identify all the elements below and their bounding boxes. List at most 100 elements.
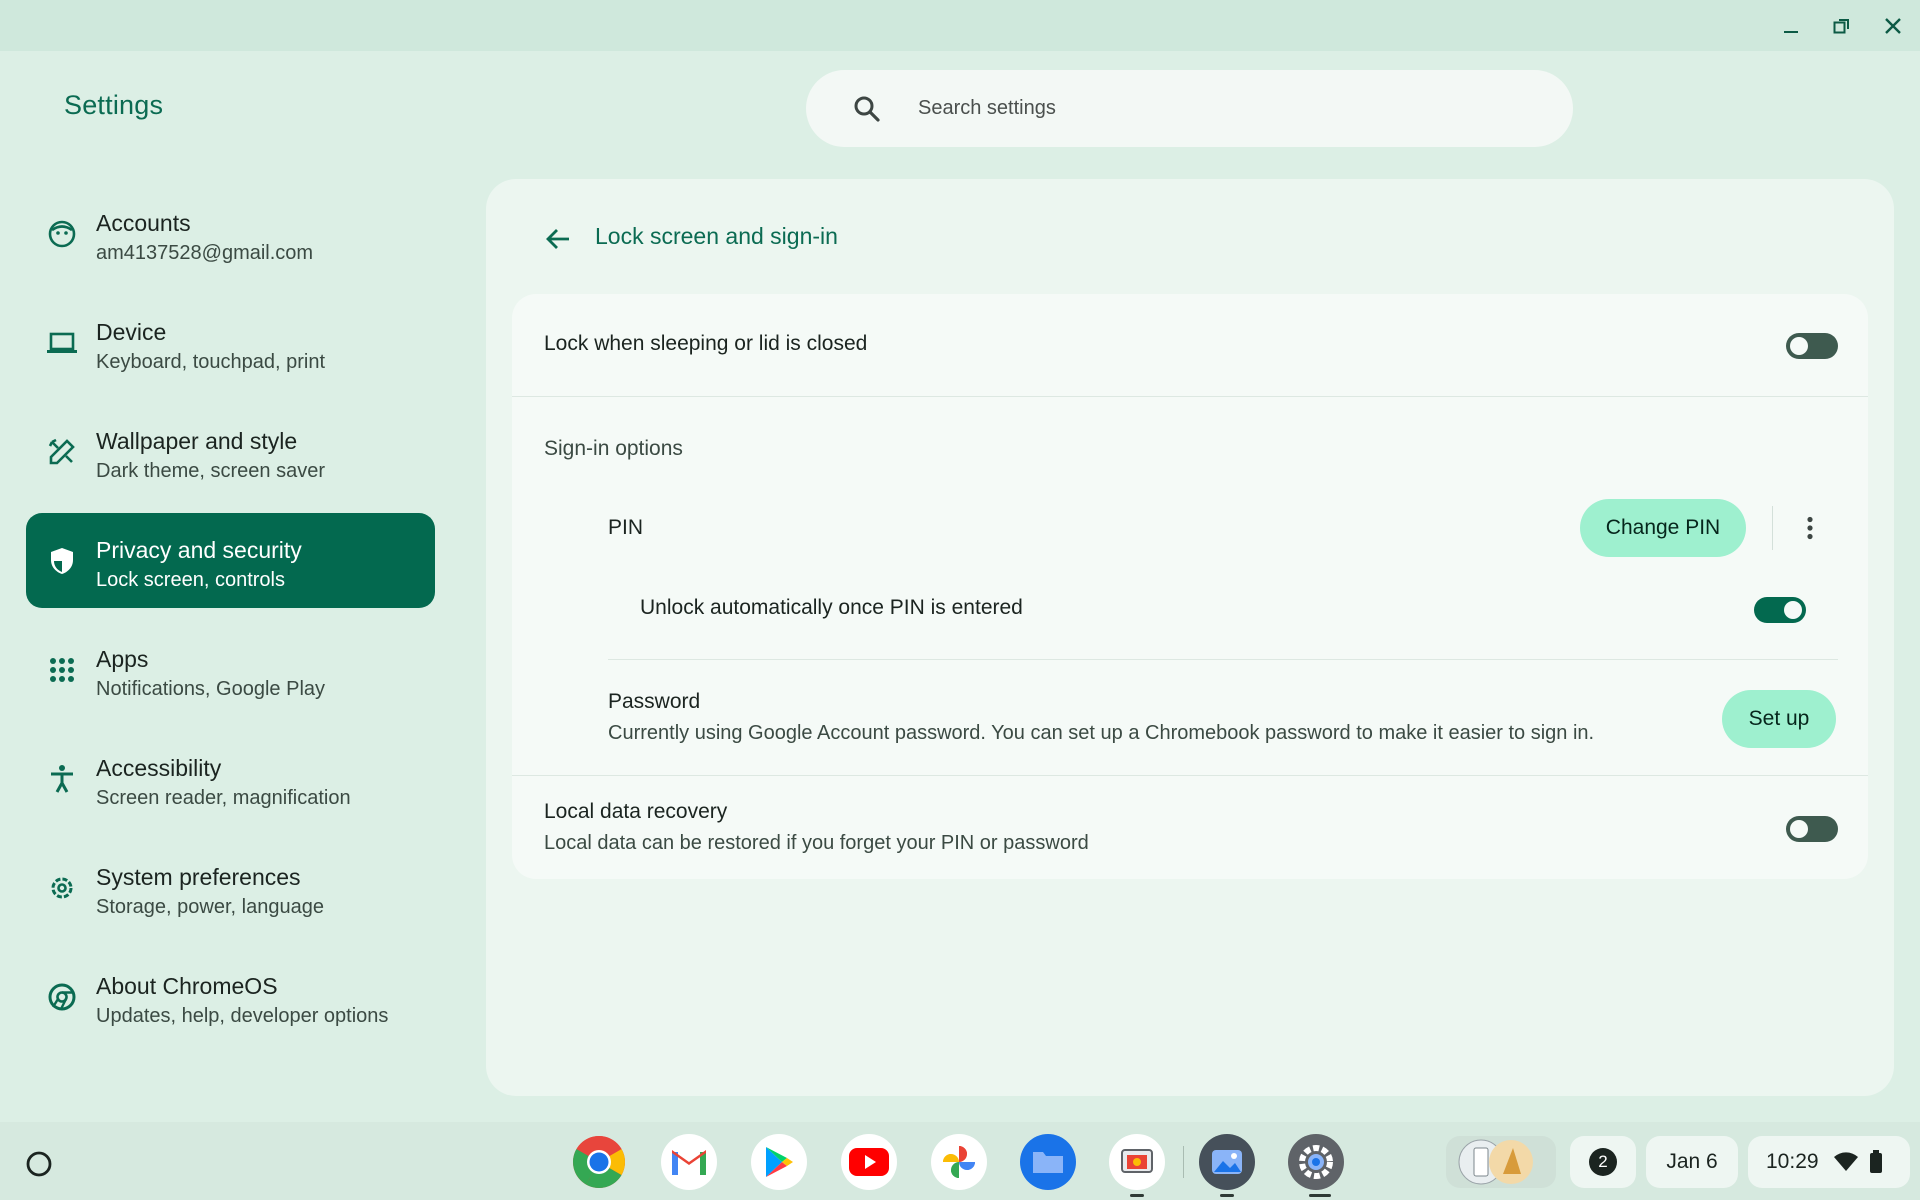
sidebar-item-title: System preferences: [96, 864, 301, 890]
minimize-button[interactable]: [1775, 10, 1807, 42]
divider: [608, 659, 1838, 660]
shelf-separator: [1183, 1146, 1184, 1178]
apps-grid-icon: [46, 654, 78, 686]
clock-time: 10:29: [1766, 1150, 1819, 1173]
page-title: Lock screen and sign-in: [595, 223, 838, 249]
notification-count-badge: 2: [1589, 1148, 1617, 1176]
sidebar-item-accounts[interactable]: Accounts am4137528@gmail.com: [26, 186, 435, 281]
sidebar-item-title: Accounts: [96, 210, 191, 236]
sidebar-item-title: Privacy and security: [96, 537, 302, 563]
sidebar-item-title: Apps: [96, 646, 149, 672]
password-label: Password: [608, 690, 701, 713]
divider: [512, 396, 1868, 397]
settings-app[interactable]: [1288, 1134, 1344, 1190]
window-titlebar: [0, 0, 1920, 51]
gmail-icon: [672, 1150, 706, 1175]
youtube-app[interactable]: [841, 1134, 897, 1190]
launcher-button[interactable]: [13, 1138, 65, 1190]
local-data-recovery-description: Local data can be restored if you forget…: [544, 832, 1089, 854]
sidebar-item-wallpaper[interactable]: Wallpaper and style Dark theme, screen s…: [26, 404, 435, 499]
sidebar-item-title: Device: [96, 319, 167, 345]
account-face-icon: [46, 218, 78, 250]
settings-app-icon: [1299, 1145, 1333, 1179]
chrome-icon: [573, 1136, 625, 1188]
photos-app[interactable]: [931, 1134, 987, 1190]
chrome-app[interactable]: [571, 1134, 627, 1190]
status-tray[interactable]: 10:29: [1748, 1136, 1910, 1188]
settings-card: Lock when sleeping or lid is closed Sign…: [512, 294, 1868, 879]
files-icon: [1033, 1152, 1063, 1173]
app-title: Settings: [64, 90, 164, 120]
separator: [1772, 506, 1773, 550]
youtube-icon: [849, 1148, 889, 1176]
sidebar-item-title: Wallpaper and style: [96, 428, 298, 454]
local-data-recovery-toggle[interactable]: [1786, 816, 1838, 842]
shield-icon: [46, 545, 78, 577]
password-description: Currently using Google Account password.…: [608, 722, 1595, 744]
gallery-icon: [1212, 1150, 1242, 1174]
sidebar-item-title: About ChromeOS: [96, 973, 278, 999]
laptop-icon: [46, 327, 78, 359]
battery-icon: [1869, 1150, 1882, 1173]
running-indicator: [1130, 1194, 1144, 1197]
sidebar-item-subtitle: Screen reader, magnification: [96, 787, 351, 809]
unlock-auto-label: Unlock automatically once PIN is entered: [640, 596, 1023, 619]
main-panel: Lock screen and sign-in Lock when sleepi…: [486, 179, 1894, 1096]
sidebar-item-subtitle: Lock screen, controls: [96, 569, 285, 591]
running-indicator: [1220, 1194, 1234, 1197]
files-app[interactable]: [1020, 1134, 1076, 1190]
chromeos-icon: [46, 981, 78, 1013]
accessibility-icon: [46, 763, 78, 795]
close-icon: [1885, 18, 1901, 34]
screenshot-app-icon: [1121, 1149, 1153, 1173]
sidebar-item-subtitle: Notifications, Google Play: [96, 678, 326, 700]
screenshot-app[interactable]: [1109, 1134, 1165, 1190]
sidebar-item-subtitle: Storage, power, language: [96, 896, 324, 918]
sidebar-item-privacy-and-security[interactable]: Privacy and security Lock screen, contro…: [26, 513, 435, 608]
date-tray[interactable]: Jan 6: [1646, 1136, 1738, 1188]
shelf: 2 Jan 6 10:29: [0, 1122, 1920, 1200]
password-set-up-button[interactable]: Set up: [1722, 690, 1836, 748]
gmail-app[interactable]: [661, 1134, 717, 1190]
photos-icon: [943, 1146, 975, 1178]
active-indicator: [1309, 1194, 1331, 1197]
close-button[interactable]: [1877, 10, 1909, 42]
restore-button[interactable]: [1826, 10, 1858, 42]
local-data-recovery-label: Local data recovery: [544, 800, 728, 823]
launcher-circle-icon: [26, 1151, 52, 1177]
wifi-icon: [1833, 1152, 1858, 1171]
sidebar-item-subtitle: Updates, help, developer options: [96, 1005, 389, 1027]
sidebar-item-subtitle: Dark theme, screen saver: [96, 460, 325, 482]
sidebar-item-subtitle: am4137528@gmail.com: [96, 242, 314, 264]
pin-label: PIN: [608, 516, 644, 539]
unlock-auto-toggle[interactable]: [1754, 597, 1806, 623]
play-store-app[interactable]: [751, 1134, 807, 1190]
back-button[interactable]: [540, 221, 576, 257]
search-input[interactable]: [918, 90, 1518, 126]
holding-space-tray[interactable]: [1446, 1136, 1556, 1188]
holding-space-icon: [1458, 1139, 1533, 1185]
lock-when-sleeping-label: Lock when sleeping or lid is closed: [544, 332, 868, 355]
divider: [512, 775, 1868, 776]
signin-options-heading: Sign-in options: [544, 437, 683, 460]
back-arrow-icon: [546, 229, 569, 249]
wallpaper-pen-icon: [46, 436, 78, 468]
pin-more-options-button[interactable]: [1790, 508, 1830, 548]
lock-when-sleeping-toggle[interactable]: [1786, 333, 1838, 359]
sidebar-item-system-preferences[interactable]: System preferences Storage, power, langu…: [26, 840, 435, 935]
more-vertical-icon: [1807, 516, 1813, 540]
sidebar-item-about-chromeos[interactable]: About ChromeOS Updates, help, developer …: [26, 949, 435, 1044]
sidebar-item-title: Accessibility: [96, 755, 222, 781]
change-pin-button[interactable]: Change PIN: [1580, 499, 1746, 557]
sidebar-item-apps[interactable]: Apps Notifications, Google Play: [26, 622, 435, 717]
search-bar[interactable]: [806, 70, 1573, 147]
play-store-icon: [766, 1147, 793, 1177]
sidebar-item-subtitle: Keyboard, touchpad, print: [96, 351, 326, 373]
sidebar-item-accessibility[interactable]: Accessibility Screen reader, magnificati…: [26, 731, 435, 826]
restore-icon: [1833, 19, 1849, 34]
search-icon: [854, 96, 880, 122]
notification-tray[interactable]: 2: [1570, 1136, 1636, 1188]
sidebar-item-device[interactable]: Device Keyboard, touchpad, print: [26, 295, 435, 390]
gallery-app[interactable]: [1199, 1134, 1255, 1190]
minimize-icon: [1784, 31, 1798, 33]
